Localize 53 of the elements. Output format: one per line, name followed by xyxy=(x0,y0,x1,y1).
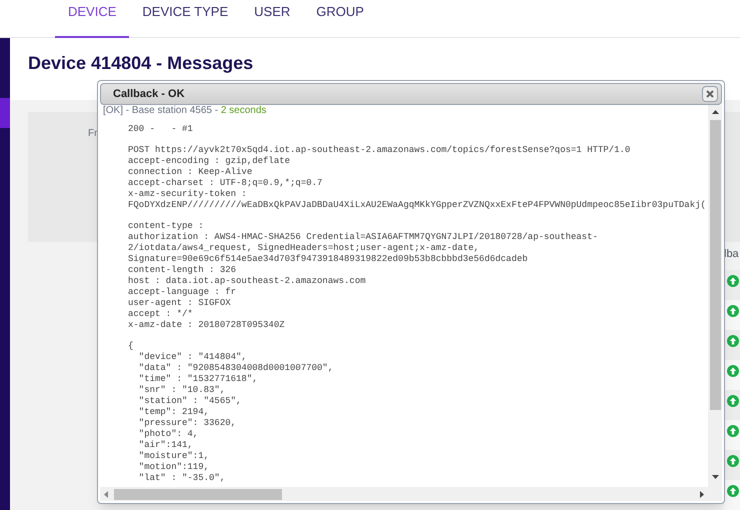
scroll-left-icon xyxy=(104,490,108,498)
scroll-right-icon xyxy=(700,490,704,498)
scroll-down-icon xyxy=(712,475,718,479)
vertical-scrollbar[interactable] xyxy=(708,105,722,487)
scroll-up-icon xyxy=(712,110,718,114)
message-line: "moisture":1, xyxy=(138,451,210,462)
message-line: 2/iotdata/aws4_request, SignedHeaders=host;user-agent;x-amz-date, xyxy=(128,243,480,254)
filter-label: Fr xyxy=(88,127,98,139)
nav-tab[interactable]: DEVICE TYPE xyxy=(129,0,242,38)
message-line: content-type : xyxy=(128,221,204,232)
page-title: Device 414804 - Messages xyxy=(28,52,254,75)
message-line: authorization : AWS4-HMAC-SHA256 Credential=ASIA6AFTMM7QYGN7JLPI/20180728/ap-southeast- xyxy=(128,232,598,243)
nav-tab[interactable]: GROUP xyxy=(303,0,377,38)
arrow-up-icon xyxy=(727,455,739,467)
message-line: accept-language : fr xyxy=(128,287,236,298)
message-line: "station" : "4565", xyxy=(138,396,242,407)
message-line: "air":141, xyxy=(138,440,193,451)
status-text: [OK] - Base station 4565 - xyxy=(103,105,220,116)
nav-tab[interactable]: USER xyxy=(241,0,304,38)
message-line: accept-encoding : gzip,deflate xyxy=(128,156,290,167)
horizontal-scrollbar[interactable] xyxy=(100,487,722,501)
nav-tab[interactable]: DEVICE xyxy=(55,0,130,38)
scrollbar-thumb[interactable] xyxy=(114,488,282,500)
message-line: accept : */* xyxy=(128,309,193,320)
message-line: user-agent : SIGFOX xyxy=(128,298,231,309)
scrollbar-thumb[interactable] xyxy=(710,120,720,410)
message-line: connection : Keep-Alive xyxy=(128,167,252,178)
message-line: "lat" : "-35.0", xyxy=(138,473,226,484)
dialog-title: Callback - OK xyxy=(113,86,185,102)
message-line: POST https://ayvk2t70x5qd4.iot.ap-southeast-2.amazonaws.com/topics/forestSense?qos=1 HTTP/1.0 xyxy=(128,145,630,156)
message-line: "motion":119, xyxy=(138,462,210,473)
message-line: "data" : "9208548304008d0001007700", xyxy=(138,363,334,374)
arrow-up-icon xyxy=(727,335,739,347)
duration-text: 2 seconds xyxy=(220,105,266,116)
arrow-up-icon xyxy=(727,395,739,407)
message-line: 200 - - #1 xyxy=(128,124,193,135)
message-line: "snr" : "10.83", xyxy=(138,385,226,396)
message-line: content-length : 326 xyxy=(128,265,236,276)
message-line: FQoDYXdzENP//////////wEaDBxQkPAVJaDBDaU4XiLxAU2EWaAgqMKkYGpperZVZNQxxExFteP4FPVWN0pUdmpeoc85eIibr03puTDakj( xyxy=(128,200,706,211)
message-line: accept-charset : UTF-8;q=0.9,*;q=0.7 xyxy=(128,178,322,189)
message-line: "temp": 2194, xyxy=(138,407,210,418)
message-line: "photo": 4, xyxy=(138,429,198,440)
message-line: { xyxy=(128,341,134,352)
close-icon xyxy=(706,90,714,98)
message-line: x-amz-date : 20180728T095340Z xyxy=(128,320,285,331)
message-line: x-amz-security-token : xyxy=(128,189,247,200)
message-line: "time" : "1532771618", xyxy=(138,374,258,385)
arrow-up-icon xyxy=(727,275,739,287)
message-line: Signature=90e69c6f514e5ae34d703f9473918489319822ed09b53b8cbbbd3e56d6dcadeb xyxy=(128,254,528,265)
message-line: "device" : "414804", xyxy=(138,352,247,363)
close-button[interactable] xyxy=(702,86,718,102)
message-line: host : data.iot.ap-southeast-2.amazonaws.com xyxy=(128,276,366,287)
message-line: "pressure": 33620, xyxy=(138,418,236,429)
